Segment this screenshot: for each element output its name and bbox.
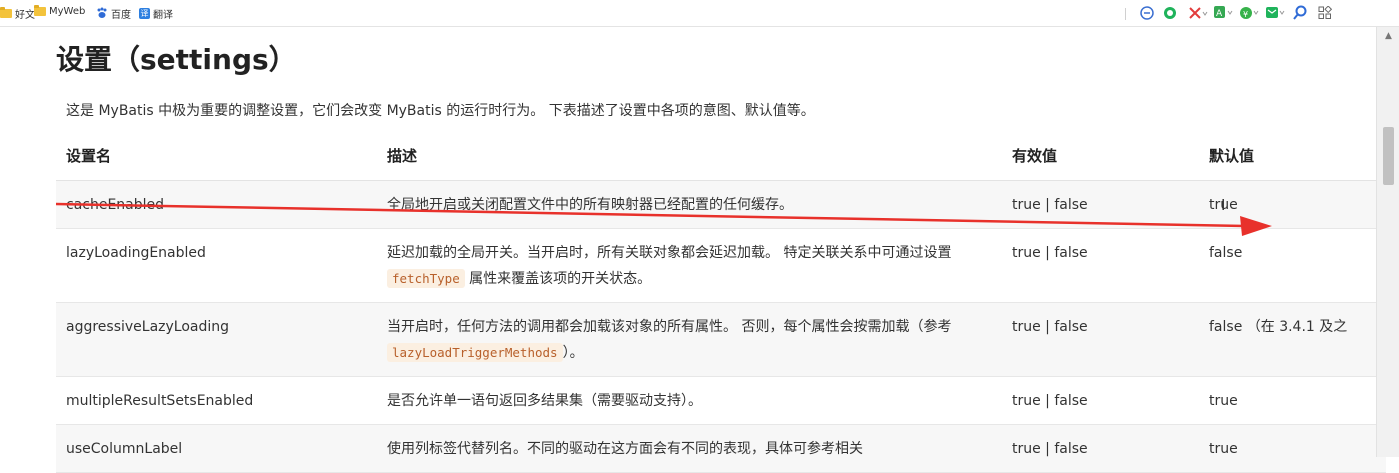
vertical-scrollbar[interactable]: ▲ (1376, 27, 1399, 457)
scroll-up-arrow-icon[interactable]: ▲ (1377, 31, 1399, 41)
annotation-arrow-head (1240, 216, 1272, 236)
annotation-arrow-line (55, 202, 1246, 228)
scrollbar-thumb[interactable] (1383, 127, 1394, 185)
annotation-arrow (55, 202, 1272, 236)
text-cursor-icon: I (1221, 196, 1226, 214)
